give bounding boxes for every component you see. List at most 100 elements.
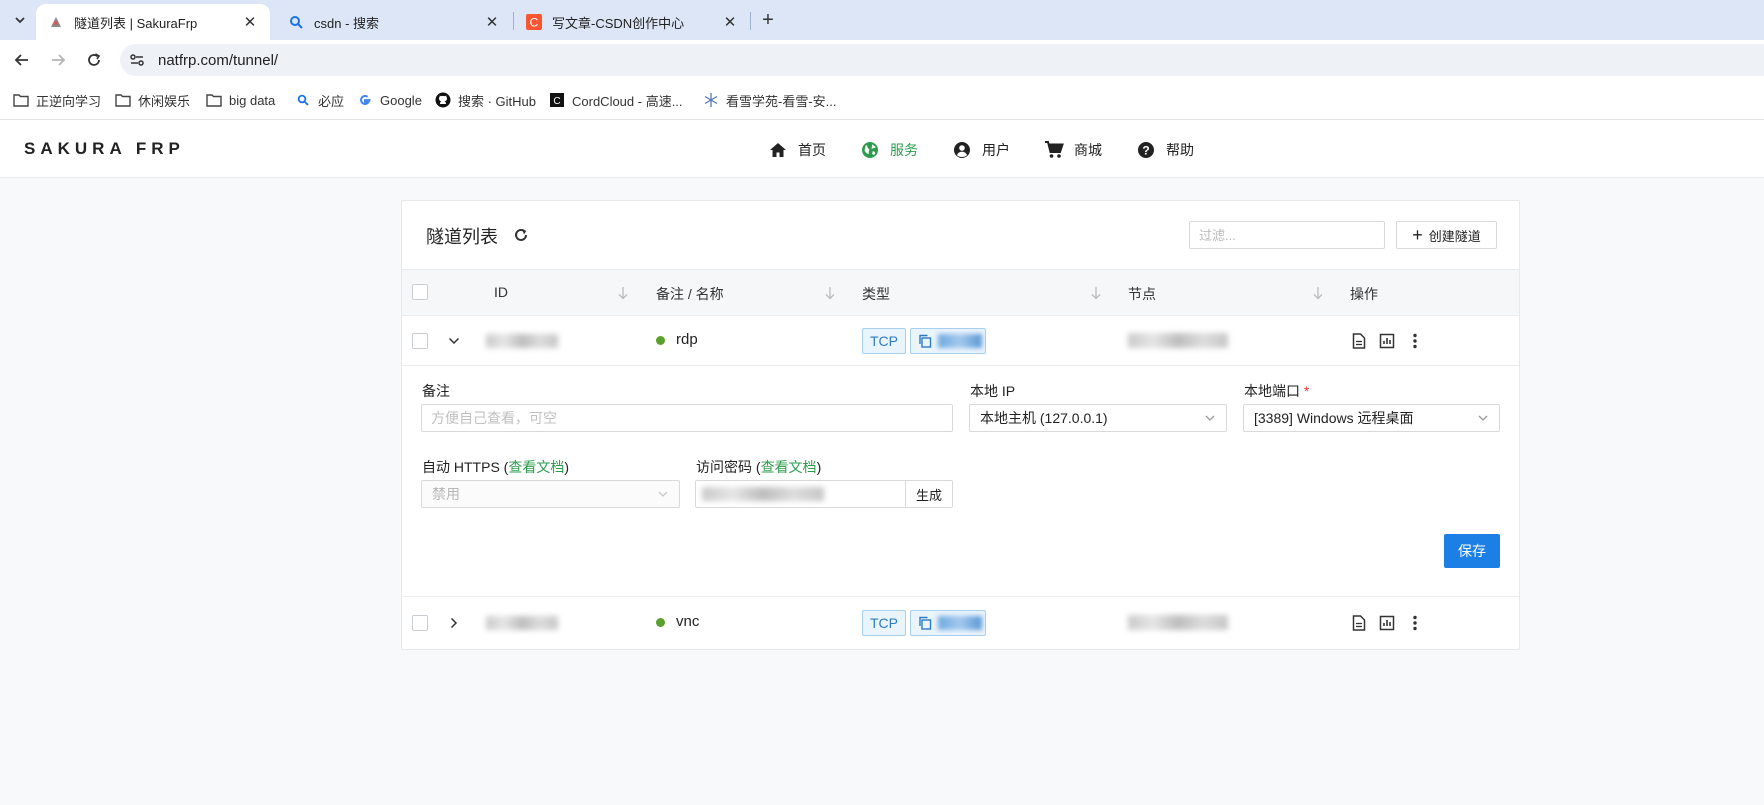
chart-icon[interactable]	[1377, 613, 1397, 633]
auto-https-label: 自动 HTTPS (查看文档)	[422, 457, 569, 477]
nav-item-shop[interactable]: 商城	[1044, 140, 1102, 160]
tunnel-name: rdp	[676, 331, 698, 348]
bookmark-item[interactable]: 搜索 · GitHub	[434, 90, 536, 110]
sort-arrow-icon[interactable]	[1088, 284, 1104, 302]
generate-password-button[interactable]: 生成	[905, 480, 953, 508]
back-button[interactable]	[10, 48, 34, 72]
collapse-row-button[interactable]	[444, 331, 464, 351]
user-icon	[952, 140, 972, 160]
table-row[interactable]: rdp TCP	[402, 316, 1519, 366]
bookmark-item[interactable]: 必应	[294, 90, 344, 110]
row-checkbox[interactable]	[412, 615, 428, 631]
note-input[interactable]	[421, 404, 953, 432]
sakura-favicon-icon	[48, 14, 64, 30]
sort-arrow-icon[interactable]	[615, 284, 631, 302]
password-input[interactable]	[695, 480, 906, 508]
site-info-icon[interactable]	[122, 45, 152, 75]
chevron-down-icon	[15, 17, 25, 24]
table-row[interactable]: vnc TCP	[402, 598, 1519, 648]
bookmark-item[interactable]: 正逆向学习	[12, 90, 101, 110]
sort-arrow-icon[interactable]	[1310, 284, 1326, 302]
required-marker: *	[1303, 383, 1310, 399]
local-port-value: [3389] Windows 远程桌面	[1254, 410, 1414, 426]
csdn-favicon-icon: C	[526, 14, 542, 30]
copy-address-button[interactable]	[910, 610, 986, 636]
sort-arrow-icon[interactable]	[822, 284, 838, 302]
local-port-label: 本地端口 *	[1244, 381, 1309, 401]
file-text-icon[interactable]	[1349, 331, 1369, 351]
auto-https-docs-link[interactable]: 查看文档	[508, 459, 564, 475]
arrow-left-icon	[14, 54, 28, 66]
tab-tunnel-list[interactable]: 隧道列表 | SakuraFrp ✕	[36, 4, 270, 40]
tunnel-type-tag: TCP	[862, 610, 906, 636]
nav-label: 首页	[798, 141, 826, 158]
tab-csdn-editor[interactable]: C 写文章-CSDN创作中心 ✕	[514, 4, 750, 40]
reload-button[interactable]	[82, 48, 106, 72]
bookmark-item[interactable]: C CordCloud - 高速...	[548, 90, 683, 110]
chevron-right-icon	[450, 617, 458, 629]
brand-logo[interactable]: SAKURA FRP	[24, 139, 185, 159]
bookmark-label: 看雪学苑-看雪-安...	[726, 93, 837, 109]
browser-tab-strip: 隧道列表 | SakuraFrp ✕ csdn - 搜索 ✕ C 写文章-CSD…	[0, 0, 1764, 40]
column-header-actions: 操作	[1350, 286, 1378, 302]
password-redacted	[702, 487, 824, 501]
password-label: 访问密码 (查看文档)	[696, 457, 821, 477]
nav-item-home[interactable]: 首页	[768, 140, 826, 160]
column-header-type[interactable]: 类型	[862, 284, 890, 304]
bookmark-label: 正逆向学习	[36, 93, 102, 109]
close-icon[interactable]: ✕	[242, 14, 258, 31]
tab-search-button[interactable]	[8, 8, 32, 32]
nav-item-help[interactable]: ? 帮助	[1136, 140, 1194, 160]
bookmark-label: CordCloud - 高速...	[572, 93, 683, 109]
site-header: SAKURA FRP 首页 服务 用户 商城 ? 帮助	[0, 121, 1764, 178]
column-header-id[interactable]: ID	[494, 284, 508, 300]
file-text-icon[interactable]	[1349, 613, 1369, 633]
row-checkbox[interactable]	[412, 333, 428, 349]
bookmark-label: 必应	[318, 93, 345, 109]
local-port-label-text: 本地端口	[1244, 383, 1300, 399]
page-title: 隧道列表	[426, 227, 498, 247]
column-header-node[interactable]: 节点	[1128, 284, 1156, 304]
chevron-down-icon	[1477, 412, 1489, 424]
create-tunnel-label: 创建隧道	[1428, 228, 1481, 244]
password-docs-link[interactable]: 查看文档	[761, 459, 817, 475]
create-tunnel-button[interactable]: + 创建隧道	[1396, 221, 1497, 249]
local-port-select[interactable]: [3389] Windows 远程桌面	[1243, 404, 1500, 432]
forward-button[interactable]	[46, 48, 70, 72]
chart-icon[interactable]	[1377, 331, 1397, 351]
search-favicon-icon	[288, 14, 304, 30]
cordcloud-icon: C	[548, 91, 566, 109]
bookmark-item[interactable]: big data	[205, 90, 275, 110]
tab-csdn-search[interactable]: csdn - 搜索 ✕	[276, 4, 512, 40]
svg-text:C: C	[553, 96, 560, 107]
nav-label: 用户	[982, 141, 1010, 158]
column-header-name[interactable]: 备注 / 名称	[656, 284, 724, 304]
nav-item-user[interactable]: 用户	[952, 140, 1010, 160]
save-button[interactable]: 保存	[1444, 534, 1500, 568]
local-ip-select[interactable]: 本地主机 (127.0.0.1)	[969, 404, 1227, 432]
more-vertical-icon[interactable]	[1405, 613, 1425, 633]
new-tab-button[interactable]: +	[756, 8, 780, 32]
bookmark-item[interactable]: Google	[356, 90, 422, 110]
svg-text:C: C	[530, 16, 539, 30]
close-icon[interactable]: ✕	[484, 14, 500, 31]
home-icon	[768, 140, 788, 160]
more-vertical-icon[interactable]	[1405, 331, 1425, 351]
filter-input[interactable]	[1189, 221, 1385, 249]
auto-https-select[interactable]: 禁用	[421, 480, 680, 508]
copy-address-button[interactable]	[910, 328, 986, 354]
address-bar[interactable]: natfrp.com/tunnel/	[120, 44, 1764, 76]
nav-item-service[interactable]: 服务	[860, 140, 918, 160]
note-label: 备注	[422, 383, 450, 399]
password-label-text: 访问密码 (	[696, 459, 761, 475]
globe-icon	[860, 140, 880, 160]
tab-title: csdn - 搜索	[314, 15, 380, 31]
expand-row-button[interactable]	[444, 613, 464, 633]
folder-icon	[205, 91, 223, 109]
bookmark-item[interactable]: 休闲娱乐	[114, 90, 190, 110]
bookmark-item[interactable]: 看雪学苑-看雪-安...	[702, 90, 837, 110]
select-all-checkbox[interactable]	[412, 284, 428, 300]
tunnel-type-tag: TCP	[862, 328, 906, 354]
close-icon[interactable]: ✕	[722, 14, 738, 31]
refresh-icon[interactable]	[510, 224, 532, 246]
